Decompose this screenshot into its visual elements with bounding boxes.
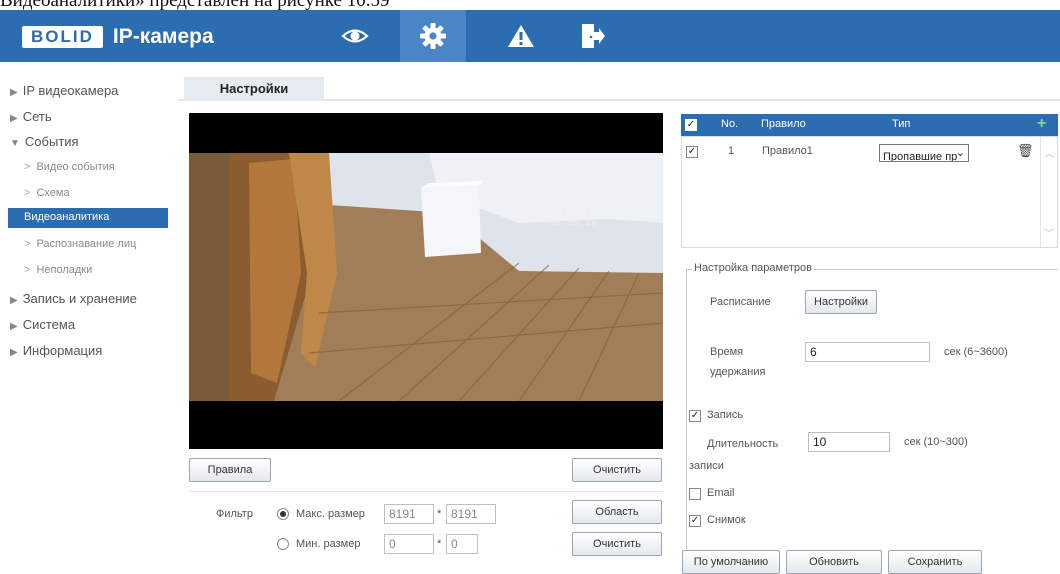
snapshot-label: Снимок bbox=[707, 514, 746, 526]
settings-gear-icon[interactable] bbox=[400, 10, 466, 62]
camera-frame-image: 2016-01-04 03:06:19 Pc bbox=[189, 153, 663, 401]
sidebar-subitem-malfunctions[interactable]: > Неполадки bbox=[24, 264, 92, 276]
triangle-right-icon: ▶ bbox=[10, 321, 18, 332]
area-button[interactable]: Область bbox=[572, 500, 662, 524]
schedule-settings-button[interactable]: Настройки bbox=[805, 290, 877, 314]
rules-table-body: ✓ 1 Правило1 Пропавшие пр ⌄ 🗑 ︿ ﹀ bbox=[681, 136, 1058, 248]
save-button[interactable]: Сохранить bbox=[888, 550, 982, 574]
sidebar-subitem-video-analytics[interactable]: Видеоаналитика bbox=[8, 208, 168, 228]
triangle-right-icon: ▶ bbox=[10, 87, 18, 98]
refresh-button[interactable]: Обновить bbox=[786, 550, 882, 574]
max-width-input[interactable]: 8191 bbox=[384, 504, 434, 524]
logout-door-icon[interactable] bbox=[560, 10, 626, 62]
sidebar-item-system[interactable]: ▶ Система bbox=[10, 317, 75, 332]
chevron-right-icon: > bbox=[24, 187, 31, 199]
rules-table-header: ✓ No. Правило Тип + bbox=[681, 114, 1058, 136]
logo-brand: BOLID bbox=[22, 26, 103, 48]
live-view-eye-icon[interactable] bbox=[322, 10, 388, 62]
video-preview[interactable]: 2016-01-04 03:06:19 Pc bbox=[189, 113, 663, 449]
logo: BOLID IP-камера bbox=[22, 25, 214, 49]
record-checkbox[interactable]: ✓ bbox=[689, 410, 701, 422]
min-size-radio[interactable] bbox=[277, 538, 289, 550]
hold-time-label-line1: Время bbox=[710, 346, 744, 358]
hold-time-range: сек (6~3600) bbox=[944, 346, 1008, 358]
chevron-right-icon: > bbox=[24, 264, 31, 276]
hold-time-input[interactable]: 6 bbox=[805, 342, 930, 362]
sidebar-subitem-scheme[interactable]: > Схема bbox=[24, 187, 70, 199]
column-no: No. bbox=[721, 118, 739, 130]
params-legend: Настройка параметров bbox=[692, 262, 814, 274]
sidebar-item-events[interactable]: ▼ События bbox=[10, 134, 79, 149]
email-checkbox[interactable] bbox=[689, 488, 701, 500]
sidebar-item-ip-camera[interactable]: ▶ IP видеокамера bbox=[10, 83, 118, 98]
rule-no: 1 bbox=[728, 145, 735, 157]
scroll-up-icon[interactable]: ︿ bbox=[1044, 145, 1054, 160]
sidebar-subitem-video-events[interactable]: > Видео события bbox=[24, 161, 115, 173]
triangle-right-icon: ▶ bbox=[10, 113, 18, 124]
max-size-label: Макс. размер bbox=[296, 508, 365, 520]
clear-filter-button[interactable]: Очистить bbox=[572, 532, 662, 556]
duration-label-line1: Длительность bbox=[707, 438, 779, 450]
min-width-input[interactable]: 0 bbox=[384, 534, 434, 554]
column-rule: Правило bbox=[761, 118, 806, 130]
record-label: Запись bbox=[707, 409, 744, 421]
rules-scrollbar[interactable]: ︿ ﹀ bbox=[1040, 137, 1057, 247]
clear-button[interactable]: Очистить bbox=[572, 458, 662, 482]
min-height-input[interactable]: 0 bbox=[446, 534, 478, 554]
rules-button[interactable]: Правила bbox=[189, 458, 271, 482]
triangle-right-icon: ▶ bbox=[10, 295, 18, 306]
osd-timestamp: 2016-01-04 03:06:19 bbox=[549, 207, 610, 229]
sidebar-subitem-face-recognition[interactable]: > Распознавание лиц bbox=[24, 238, 136, 250]
sidebar-item-recording-storage[interactable]: ▶ Запись и хранение bbox=[10, 291, 137, 306]
sidebar-item-network[interactable]: ▶ Сеть bbox=[10, 109, 52, 124]
snapshot-checkbox[interactable]: ✓ bbox=[689, 515, 701, 527]
min-size-separator: * bbox=[437, 538, 442, 550]
chevron-right-icon: > bbox=[24, 238, 31, 250]
sidebar-item-information[interactable]: ▶ Информация bbox=[10, 343, 102, 358]
rule-type-select[interactable]: Пропавшие пр ⌄ bbox=[879, 144, 969, 162]
tab-bar: Настройки bbox=[178, 77, 1060, 101]
select-all-checkbox[interactable]: ✓ bbox=[685, 119, 697, 131]
scroll-down-icon[interactable]: ﹀ bbox=[1044, 225, 1054, 240]
rule-checkbox[interactable]: ✓ bbox=[686, 146, 698, 158]
defaults-button[interactable]: По умолчанию bbox=[682, 550, 780, 574]
trash-icon[interactable]: 🗑 bbox=[1017, 143, 1034, 159]
sidebar: ▶ IP видеокамера ▶ Сеть ▼ События > Видео со… bbox=[0, 62, 170, 574]
triangle-right-icon: ▶ bbox=[10, 347, 18, 358]
max-size-radio[interactable] bbox=[277, 508, 289, 520]
chevron-right-icon: > bbox=[24, 161, 31, 173]
rule-name: Правило1 bbox=[762, 145, 813, 157]
max-height-input[interactable]: 8191 bbox=[446, 504, 496, 524]
table-row[interactable]: ✓ 1 Правило1 Пропавшие пр ⌄ 🗑 bbox=[682, 141, 1042, 162]
max-size-separator: * bbox=[437, 508, 442, 520]
duration-label-line2: записи bbox=[689, 460, 724, 472]
duration-range: сек (10~300) bbox=[904, 436, 968, 448]
column-type: Тип bbox=[892, 118, 911, 130]
add-rule-icon[interactable]: + bbox=[1037, 115, 1046, 133]
filter-label: Фильтр bbox=[216, 508, 253, 520]
logo-product: IP-камера bbox=[112, 25, 214, 48]
triangle-down-icon: ▼ bbox=[10, 138, 20, 149]
chevron-down-icon: ⌄ bbox=[955, 147, 965, 159]
min-size-label: Мин. размер bbox=[296, 538, 361, 550]
tab-settings[interactable]: Настройки bbox=[184, 77, 324, 101]
divider bbox=[189, 491, 663, 492]
alarm-warning-icon[interactable] bbox=[488, 10, 554, 62]
duration-input[interactable]: 10 bbox=[808, 432, 890, 452]
email-label: Email bbox=[707, 487, 735, 499]
schedule-label: Расписание bbox=[710, 296, 771, 308]
hold-time-label-line2: удержания bbox=[710, 366, 766, 378]
top-bar: BOLID IP-камера bbox=[0, 10, 1060, 62]
